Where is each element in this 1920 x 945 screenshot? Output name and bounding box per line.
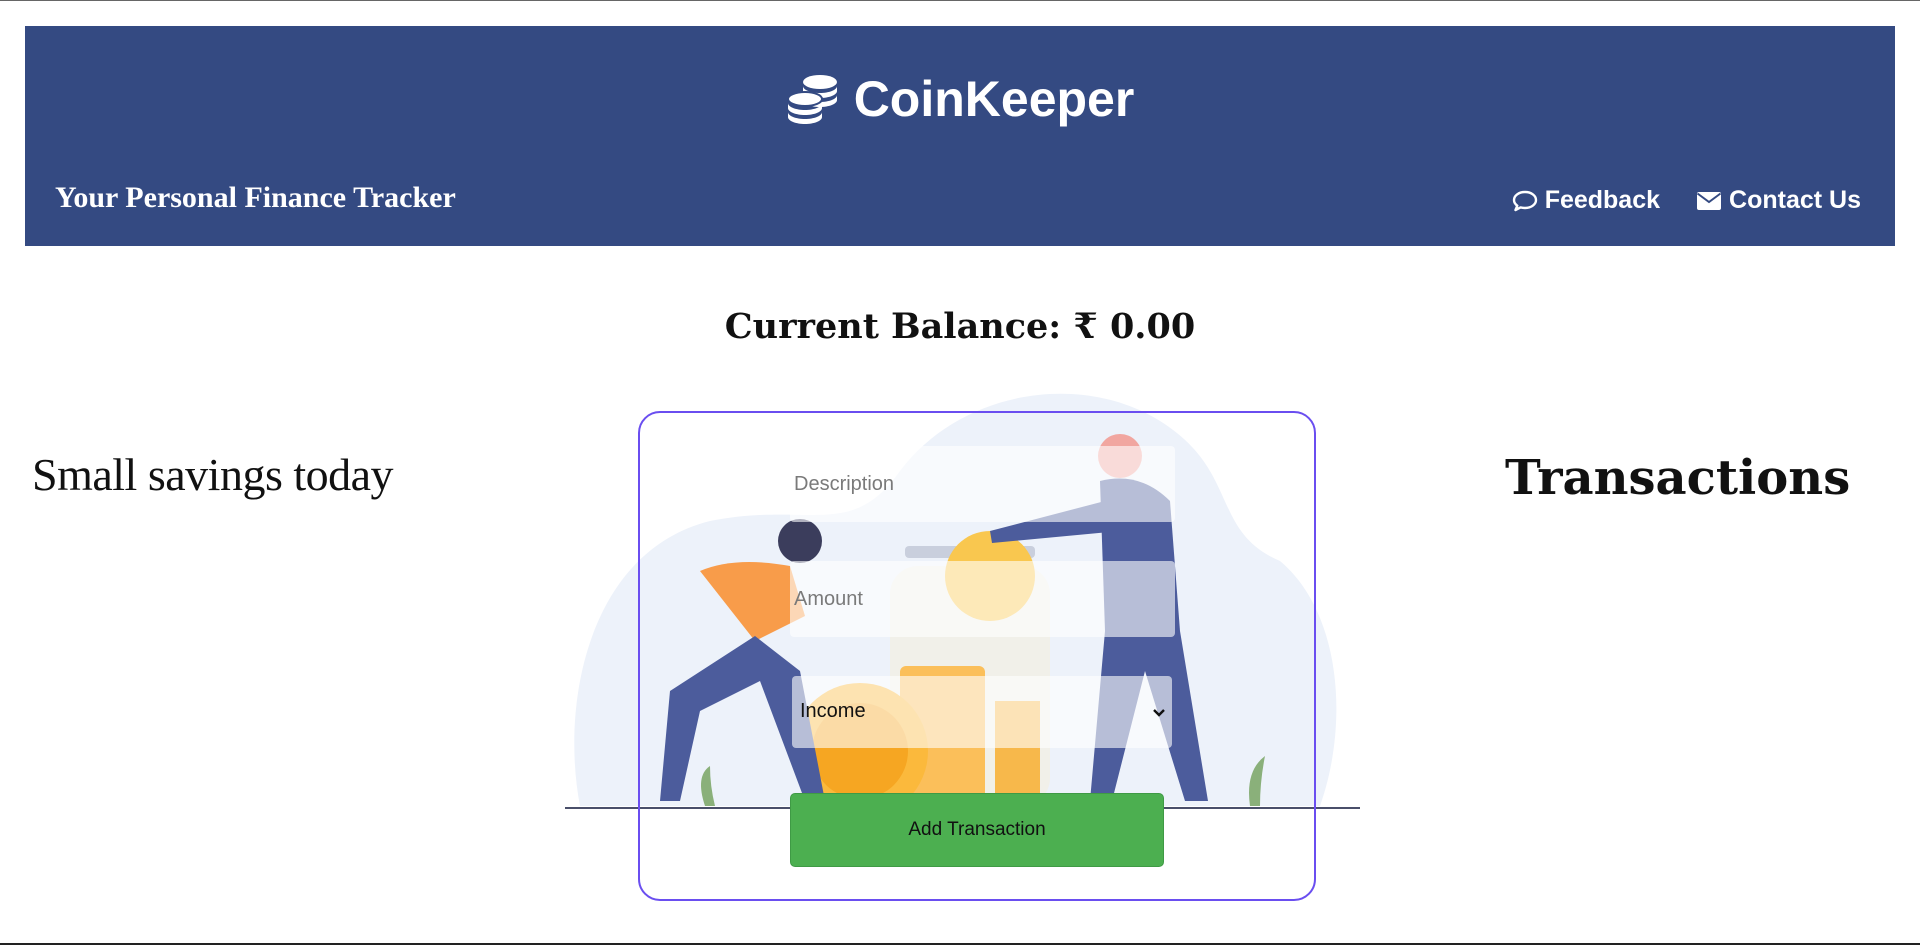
add-transaction-button[interactable]: Add Transaction [790, 793, 1164, 867]
savings-heading: Small savings today [32, 449, 394, 500]
app-header: CoinKeeper Your Personal Finance Tracker… [25, 26, 1895, 246]
header-nav: Feedback Contact Us [1512, 186, 1861, 215]
envelope-icon [1696, 191, 1722, 211]
description-input[interactable] [790, 446, 1175, 522]
transaction-type-value: Income [800, 700, 866, 722]
feedback-label: Feedback [1544, 186, 1661, 214]
transactions-heading: Transactions [1505, 450, 1851, 506]
transaction-type-select[interactable]: Income [792, 676, 1172, 748]
feedback-link[interactable]: Feedback [1512, 186, 1660, 215]
current-balance: Current Balance: ₹ 0.00 [724, 306, 1196, 347]
contact-us-label: Contact Us [1729, 186, 1861, 214]
brand-title: CoinKeeper [853, 71, 1135, 127]
brand: CoinKeeper [25, 64, 1895, 134]
tagline: Your Personal Finance Tracker [55, 181, 456, 214]
comment-icon [1512, 189, 1538, 213]
chevron-down-icon [1152, 703, 1166, 726]
coins-icon [786, 72, 840, 126]
amount-input[interactable] [790, 561, 1175, 637]
contact-us-link[interactable]: Contact Us [1696, 186, 1861, 215]
